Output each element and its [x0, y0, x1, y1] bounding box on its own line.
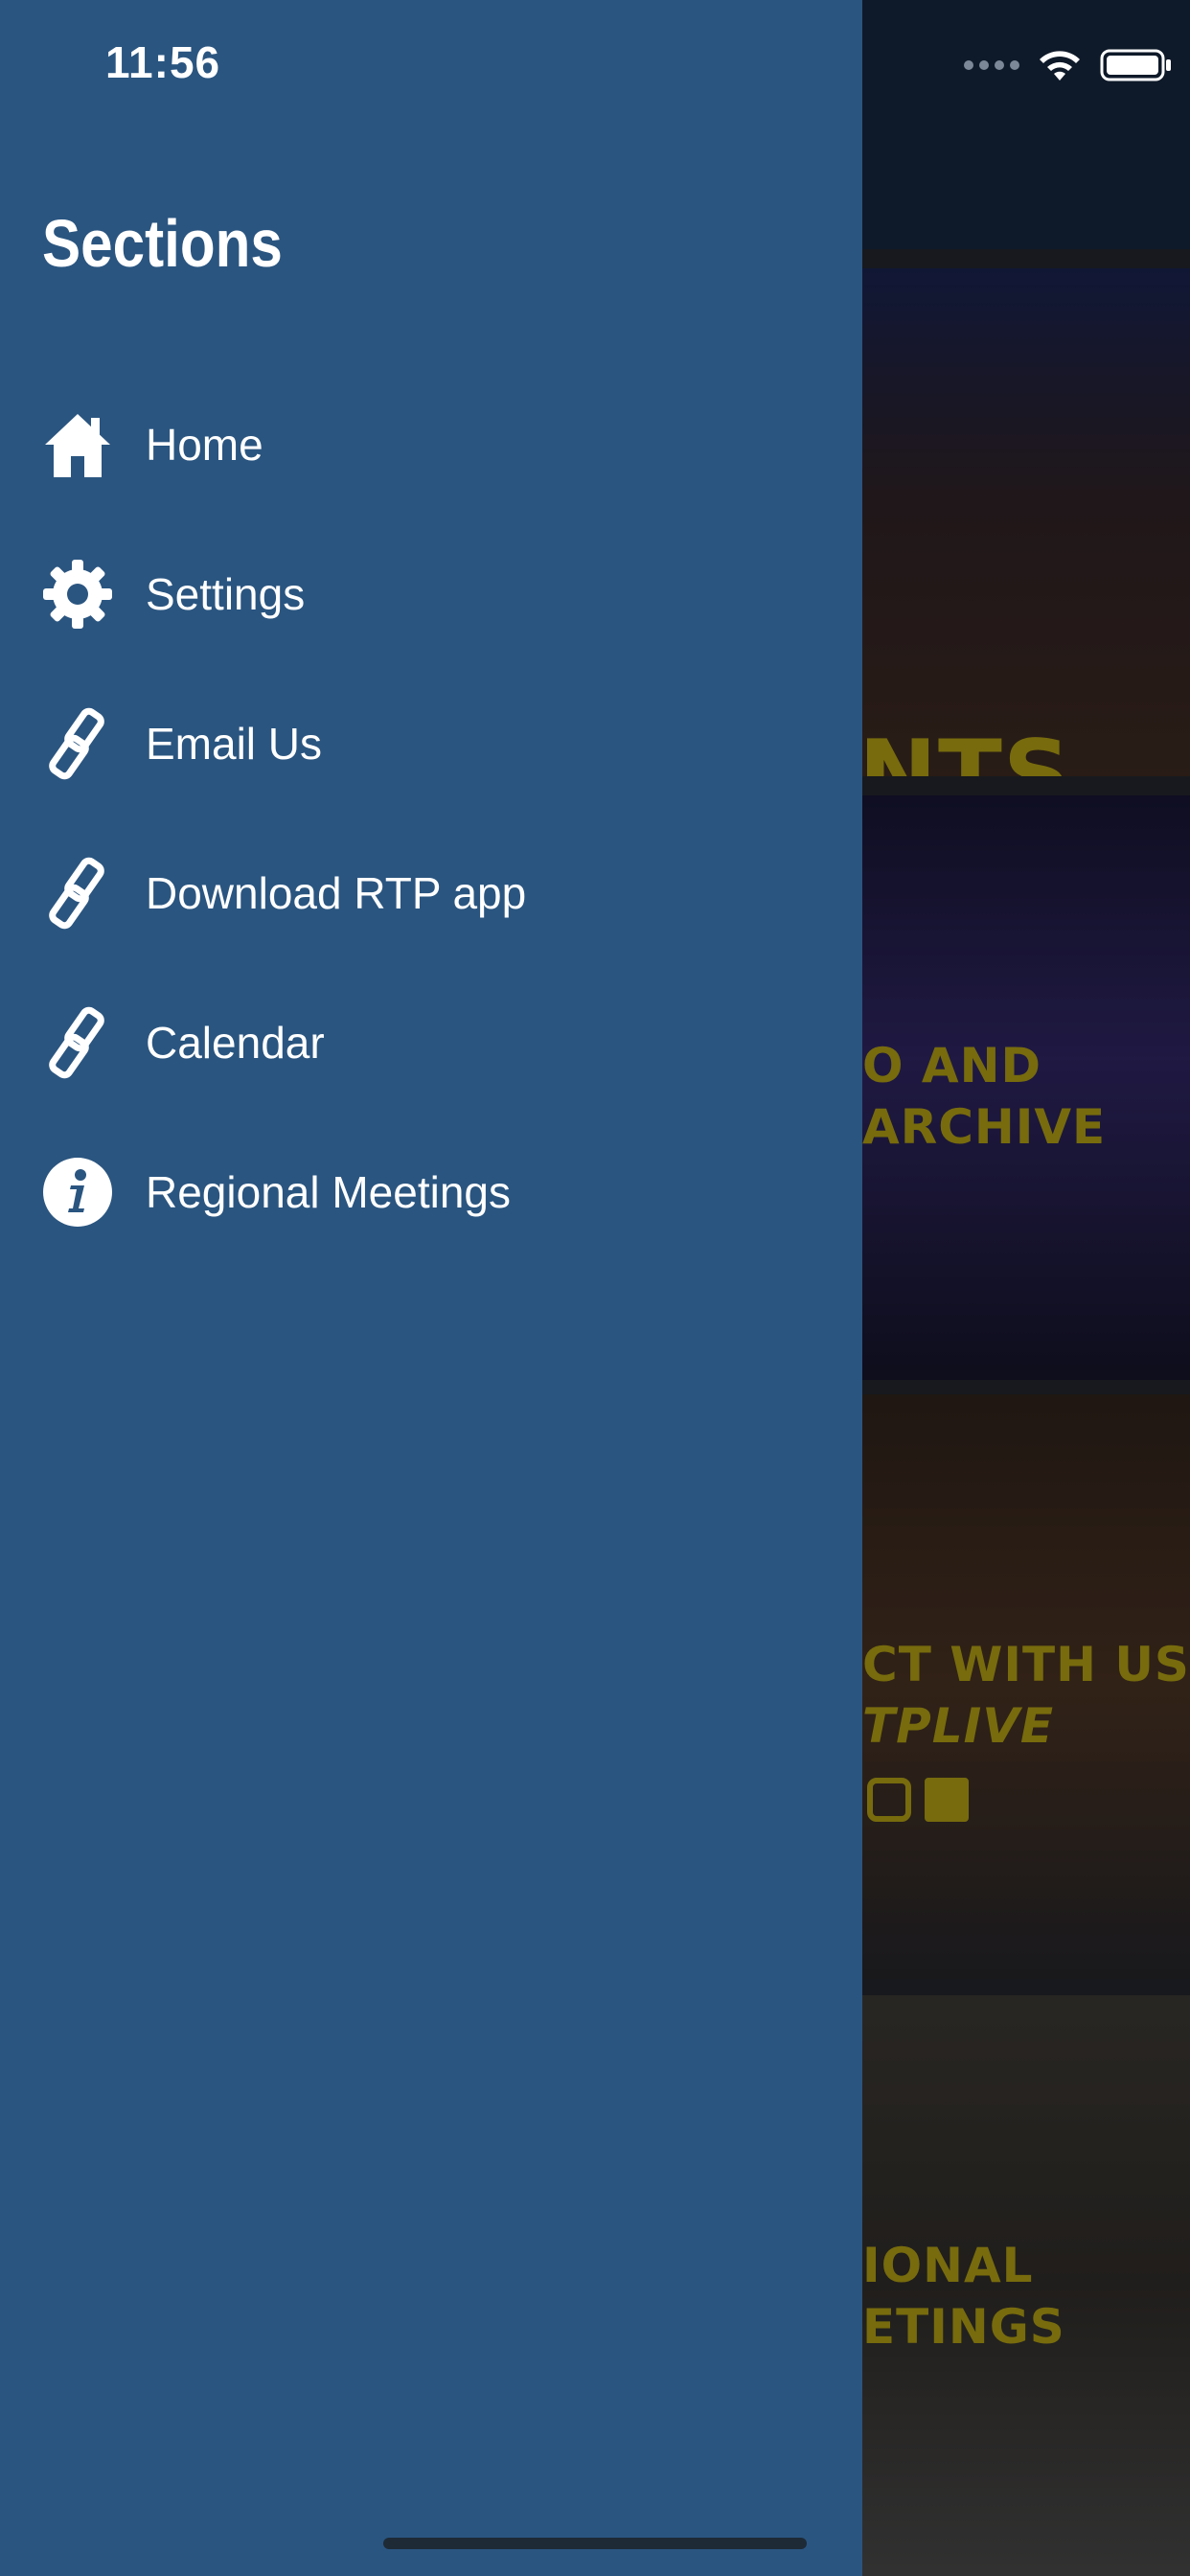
link-icon	[38, 704, 117, 783]
status-time: 11:56	[105, 37, 221, 87]
menu-item-home[interactable]: Home	[0, 378, 862, 512]
menu-item-download-rtp-app[interactable]: Download RTP app	[0, 826, 862, 960]
gear-icon	[38, 555, 117, 633]
menu-item-email-us[interactable]: Email Us	[0, 677, 862, 811]
menu-item-label: Email Us	[146, 719, 323, 769]
home-icon	[38, 405, 117, 484]
menu-item-regional-meetings[interactable]: Regional Meetings	[0, 1125, 862, 1259]
menu-item-label: Download RTP app	[146, 868, 527, 918]
drawer-title: Sections	[42, 206, 283, 281]
menu-item-label: Home	[146, 420, 263, 470]
status-bar-icons	[964, 46, 1173, 84]
menu-item-settings[interactable]: Settings	[0, 527, 862, 661]
battery-icon	[1100, 49, 1171, 81]
sections-drawer: 11:56 Sections Home Settings Email Us Do…	[0, 0, 862, 2576]
home-indicator[interactable]	[383, 2538, 807, 2549]
menu-item-label: Settings	[146, 569, 306, 619]
link-icon	[38, 1003, 117, 1082]
link-icon	[38, 854, 117, 932]
wifi-icon	[1040, 51, 1080, 80]
menu-item-label: Calendar	[146, 1018, 325, 1068]
menu-item-label: Regional Meetings	[146, 1167, 512, 1217]
menu-item-calendar[interactable]: Calendar	[0, 976, 862, 1110]
info-icon	[38, 1153, 117, 1231]
cellular-signal-icon	[964, 60, 1019, 70]
